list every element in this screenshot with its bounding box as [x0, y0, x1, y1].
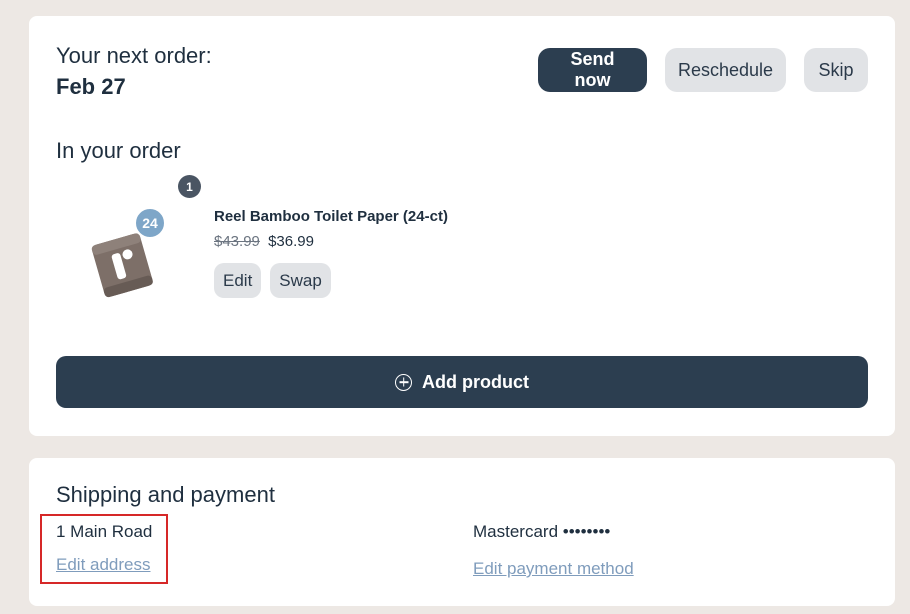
- discounted-price: $36.99: [268, 233, 314, 250]
- product-name: Reel Bamboo Toilet Paper (24-ct): [214, 208, 448, 225]
- skip-button[interactable]: Skip: [804, 48, 868, 92]
- item-count-badge: 1: [178, 175, 201, 198]
- next-order-date: Feb 27: [56, 74, 126, 99]
- send-now-button[interactable]: Send now: [538, 48, 647, 92]
- next-order-label: Your next order:: [56, 43, 212, 68]
- product-actions: Edit Swap: [214, 263, 331, 298]
- in-your-order-title: In your order: [56, 138, 181, 163]
- order-actions: Send now Reschedule Skip: [538, 48, 868, 92]
- next-order-card: Your next order: Feb 27 Send now Resched…: [29, 16, 895, 436]
- edit-product-button[interactable]: Edit: [214, 263, 262, 298]
- product-price: $43.99 $36.99: [214, 233, 314, 250]
- next-order-heading: Your next order: Feb 27: [56, 40, 212, 102]
- add-product-button[interactable]: Add product: [56, 356, 868, 408]
- swap-product-button[interactable]: Swap: [270, 263, 331, 298]
- payment-method: Mastercard ••••••••: [473, 522, 611, 541]
- edit-payment-method-link[interactable]: Edit payment method: [473, 559, 634, 579]
- plus-circle-icon: [395, 373, 412, 391]
- shipping-address: 1 Main Road: [56, 522, 153, 541]
- original-price: $43.99: [214, 233, 260, 250]
- shipping-payment-title: Shipping and payment: [56, 482, 275, 507]
- reschedule-button[interactable]: Reschedule: [665, 48, 786, 92]
- add-product-label: Add product: [422, 371, 529, 392]
- edit-address-link[interactable]: Edit address: [56, 555, 151, 575]
- quantity-bubble: 24: [134, 207, 166, 239]
- shipping-payment-card: Shipping and payment 1 Main Road Edit ad…: [29, 458, 895, 606]
